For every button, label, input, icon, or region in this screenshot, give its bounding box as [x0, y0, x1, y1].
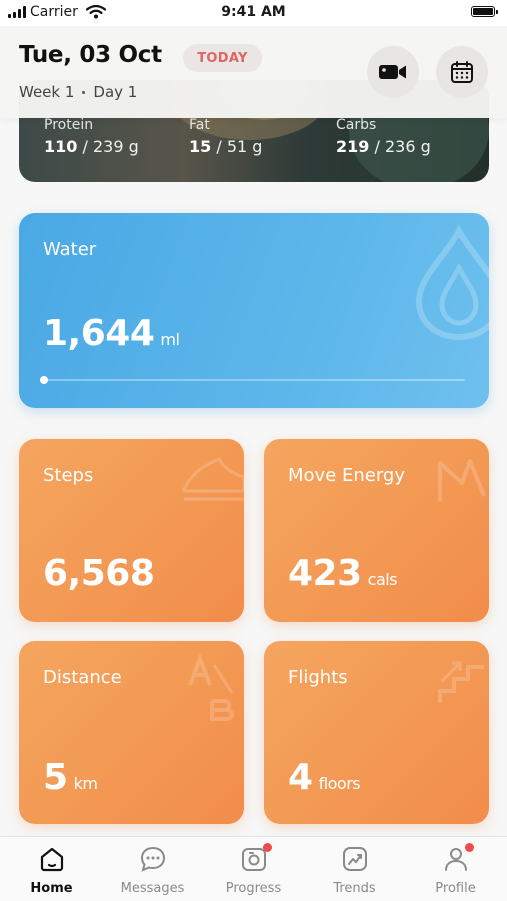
tab-profile[interactable]: Profile [405, 843, 506, 896]
macro-label: Carbs [336, 117, 377, 133]
water-progress-track[interactable] [40, 376, 465, 384]
macro-value: 110 [44, 137, 78, 156]
move-energy-unit: cals [367, 570, 398, 589]
home-icon [38, 845, 66, 873]
stairs-icon [438, 661, 484, 703]
calendar-icon [451, 61, 473, 83]
macro-value: 219 [336, 137, 370, 156]
flights-unit: floors [318, 774, 361, 793]
tab-label: Trends [333, 881, 376, 896]
macro-fat: Fat 15 / 51 g [189, 117, 262, 156]
flights-amount: 4 [288, 757, 313, 798]
profile-icon [442, 843, 474, 873]
distance-value: 5 km [43, 757, 98, 798]
tab-label: Messages [120, 881, 185, 896]
page-title: Tue, 03 Oct [19, 42, 162, 68]
video-call-button[interactable] [367, 46, 419, 98]
tab-bar: Home Messages Progress Trends Profile [0, 836, 507, 901]
macro-label: Fat [189, 117, 210, 133]
macro-label: Protein [44, 117, 94, 133]
week-day-label: Week 1 Day 1 [19, 83, 137, 101]
week-label: Week 1 [19, 83, 75, 101]
camera-icon [240, 843, 272, 873]
energy-bolt-icon [438, 459, 486, 501]
steps-value: 6,568 [43, 553, 155, 594]
water-value: 1,644 ml [43, 313, 180, 354]
distance-unit: km [73, 774, 98, 793]
trend-chart-icon [341, 845, 369, 873]
distance-title: Distance [43, 667, 122, 688]
steps-title: Steps [43, 465, 94, 486]
notification-badge [262, 843, 272, 852]
tab-progress[interactable]: Progress [203, 843, 304, 896]
a-to-b-icon [188, 653, 234, 721]
flights-title: Flights [288, 667, 348, 688]
distance-card[interactable]: Distance 5 km [19, 641, 244, 824]
tab-label: Progress [225, 881, 282, 896]
water-unit: ml [160, 330, 180, 349]
macro-carbs: Carbs 219 / 236 g [336, 117, 431, 156]
tab-label: Profile [435, 881, 476, 896]
flights-value: 4 floors [288, 757, 361, 798]
move-energy-card[interactable]: Move Energy 423 cals [264, 439, 489, 622]
water-title: Water [43, 239, 97, 260]
steps-amount: 6,568 [43, 553, 155, 594]
macro-target: / 236 g [374, 137, 431, 156]
chat-icon [139, 845, 167, 873]
macro-target: / 239 g [82, 137, 139, 156]
header: Tue, 03 Oct TODAY Week 1 Day 1 [0, 26, 507, 118]
macro-value: 15 [189, 137, 212, 156]
status-bar: Carrier 9:41 AM [0, 0, 507, 26]
move-energy-value: 423 cals [288, 553, 398, 594]
video-camera-icon [379, 65, 406, 79]
tab-trends[interactable]: Trends [304, 845, 405, 896]
today-button[interactable]: TODAY [183, 44, 262, 72]
battery-icon [471, 6, 498, 17]
calendar-button[interactable] [436, 46, 488, 98]
macro-target: / 51 g [216, 137, 263, 156]
notification-badge [464, 843, 474, 852]
tab-label: Home [30, 881, 73, 896]
water-progress-knob[interactable] [40, 376, 48, 384]
tab-home[interactable]: Home [1, 845, 102, 896]
move-energy-amount: 423 [288, 553, 362, 594]
steps-card[interactable]: Steps 6,568 [19, 439, 244, 622]
water-drop-icon [415, 224, 489, 341]
water-amount: 1,644 [43, 313, 155, 354]
day-label: Day 1 [93, 83, 138, 101]
status-time: 9:41 AM [221, 4, 286, 20]
distance-amount: 5 [43, 757, 68, 798]
move-energy-title: Move Energy [288, 465, 406, 486]
water-card[interactable]: Water 1,644 ml [19, 213, 489, 408]
macro-protein: Protein 110 / 239 g [44, 117, 139, 156]
flights-card[interactable]: Flights 4 floors [264, 641, 489, 824]
tab-messages[interactable]: Messages [102, 845, 203, 896]
shoe-icon [182, 456, 244, 501]
